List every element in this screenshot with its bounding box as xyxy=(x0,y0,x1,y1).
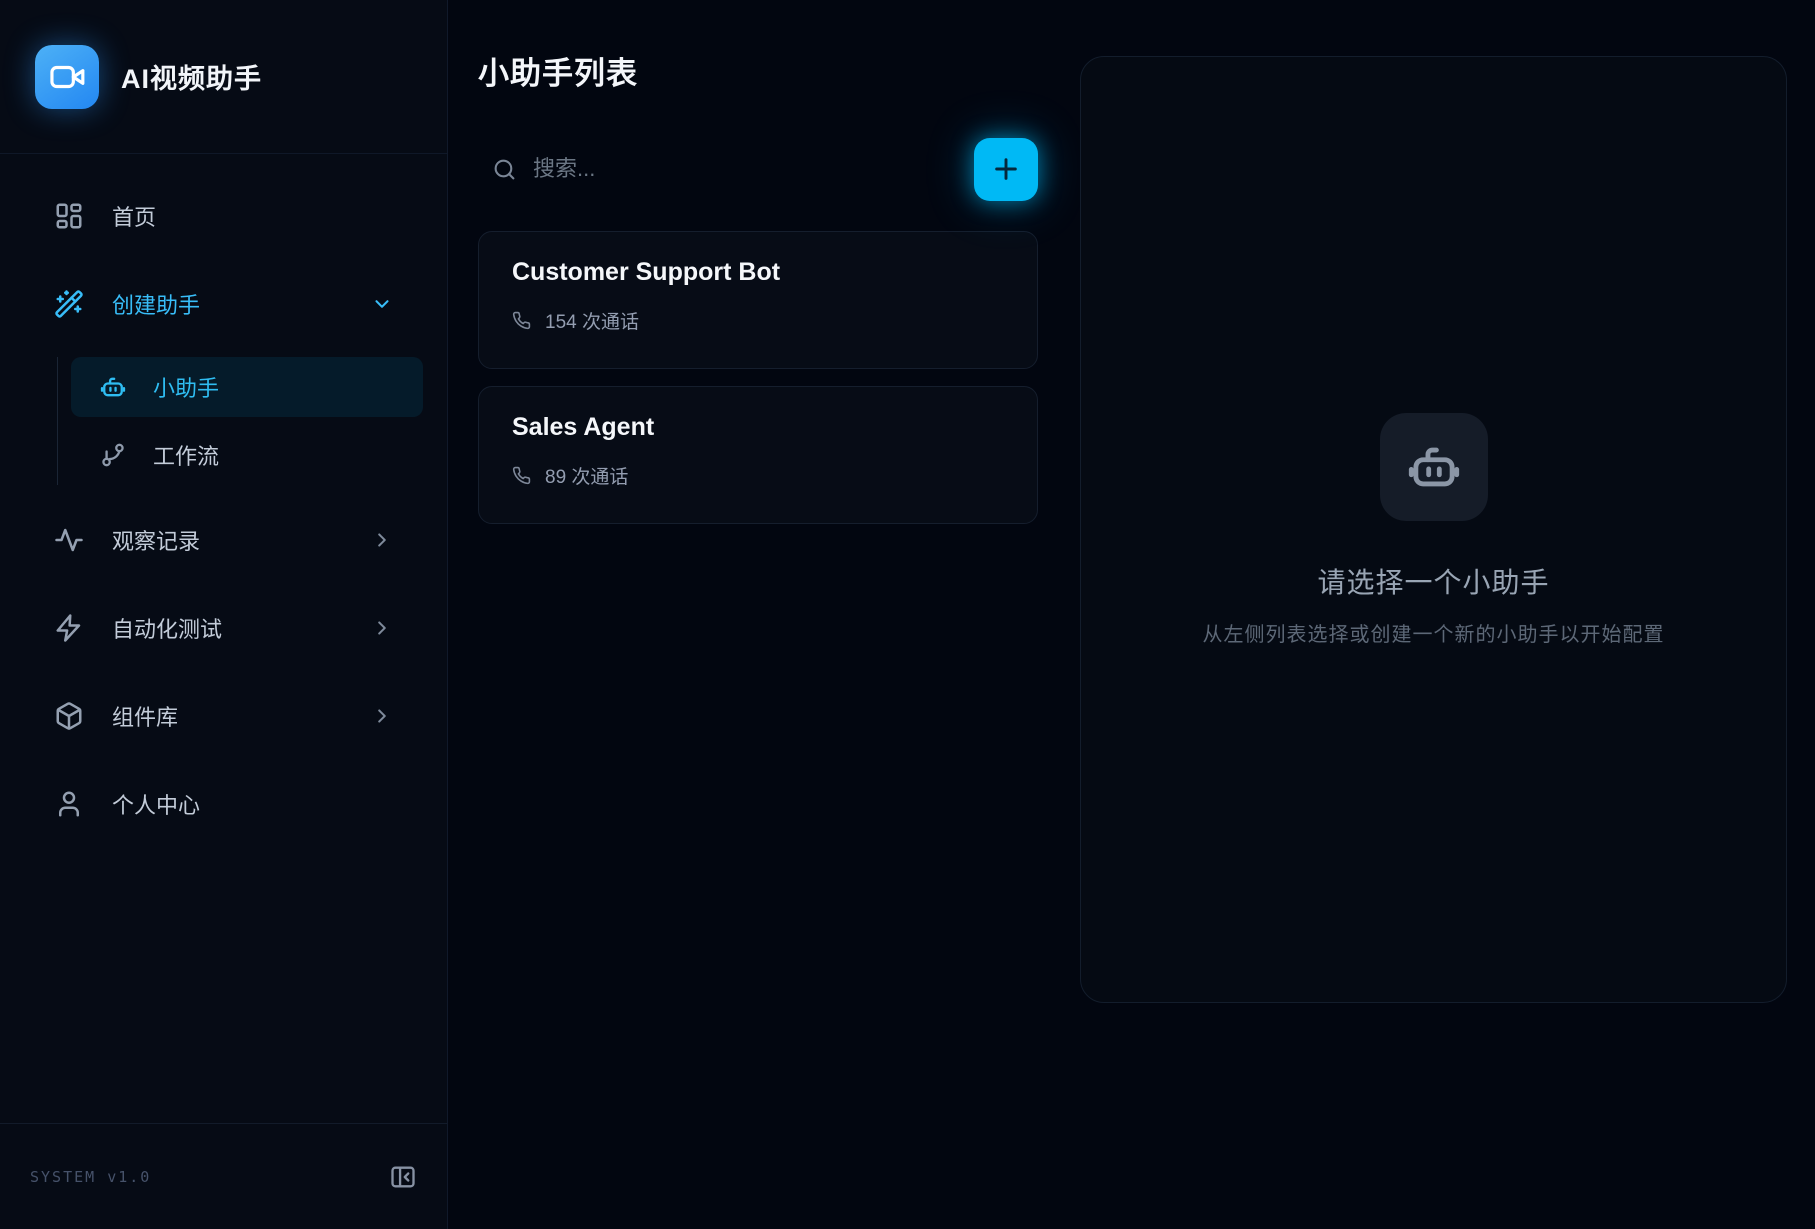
plus-icon xyxy=(990,153,1022,185)
search-input[interactable] xyxy=(533,137,958,201)
app-title: AI视频助手 xyxy=(121,57,262,96)
bot-icon xyxy=(99,373,127,401)
call-count: 154 次通话 xyxy=(545,307,639,334)
panel-collapse-icon xyxy=(389,1163,417,1191)
sidebar-item-label: 小助手 xyxy=(153,371,219,403)
chevron-right-icon xyxy=(371,529,393,551)
activity-icon xyxy=(54,525,84,555)
sidebar-item-component-library[interactable]: 组件库 xyxy=(24,687,423,745)
dashboard-icon xyxy=(54,201,84,231)
assistant-list-panel: 小助手列表 Customer Support Bot xyxy=(478,48,1038,1229)
search-row xyxy=(478,137,1038,201)
sidebar-item-home[interactable]: 首页 xyxy=(24,187,423,245)
page-title: 小助手列表 xyxy=(478,48,1038,93)
box-icon xyxy=(54,701,84,731)
assistant-card[interactable]: Customer Support Bot 154 次通话 xyxy=(478,231,1038,369)
workflow-icon xyxy=(99,441,127,469)
chevron-right-icon xyxy=(371,705,393,727)
sidebar-item-automated-testing[interactable]: 自动化测试 xyxy=(24,599,423,657)
assistant-name: Sales Agent xyxy=(512,413,1004,442)
sidebar-item-workflow[interactable]: 工作流 xyxy=(71,425,423,485)
sidebar-item-label: 组件库 xyxy=(112,700,178,732)
sidebar-item-profile[interactable]: 个人中心 xyxy=(24,775,423,833)
sidebar-item-create-assistant[interactable]: 创建助手 xyxy=(24,275,423,333)
chevron-right-icon xyxy=(371,617,393,639)
user-icon xyxy=(54,789,84,819)
sidebar-footer: SYSTEM v1.0 xyxy=(0,1123,447,1229)
app-header: AI视频助手 xyxy=(0,0,447,154)
zap-icon xyxy=(54,613,84,643)
sidebar-item-label: 创建助手 xyxy=(112,288,200,320)
sidebar-item-label: 个人中心 xyxy=(112,788,200,820)
add-assistant-button[interactable] xyxy=(974,138,1038,201)
assistant-name: Customer Support Bot xyxy=(512,258,1004,287)
sidebar: AI视频助手 首页 创建助手 xyxy=(0,0,448,1229)
call-count: 89 次通话 xyxy=(545,462,628,489)
sidebar-item-label: 首页 xyxy=(112,200,156,232)
assistant-card[interactable]: Sales Agent 89 次通话 xyxy=(478,386,1038,524)
main-content: 小助手列表 Customer Support Bot xyxy=(448,0,1815,1229)
phone-icon xyxy=(512,311,531,330)
app-logo xyxy=(35,45,99,109)
empty-state-title: 请选择一个小助手 xyxy=(1317,561,1549,601)
sidebar-item-assistants[interactable]: 小助手 xyxy=(71,357,423,417)
assistant-detail-panel: 请选择一个小助手 从左侧列表选择或创建一个新的小助手以开始配置 xyxy=(1080,56,1787,1003)
create-assistant-submenu: 小助手 工作流 xyxy=(57,357,423,485)
sidebar-item-observe-records[interactable]: 观察记录 xyxy=(24,511,423,569)
assistant-meta: 154 次通话 xyxy=(512,307,1004,334)
sidebar-nav: 首页 创建助手 xyxy=(0,154,447,1123)
wand-sparkles-icon xyxy=(54,289,84,319)
empty-state-icon-box xyxy=(1380,413,1488,521)
video-camera-icon xyxy=(48,58,86,96)
sidebar-item-label: 自动化测试 xyxy=(112,612,222,644)
phone-icon xyxy=(512,466,531,485)
assistant-meta: 89 次通话 xyxy=(512,462,1004,489)
search-icon xyxy=(492,157,517,182)
empty-state-subtitle: 从左侧列表选择或创建一个新的小助手以开始配置 xyxy=(1203,618,1665,647)
bot-icon xyxy=(1405,438,1463,496)
sidebar-collapse-button[interactable] xyxy=(389,1163,417,1191)
system-version: SYSTEM v1.0 xyxy=(30,1168,151,1186)
chevron-down-icon xyxy=(371,293,393,315)
sidebar-item-label: 观察记录 xyxy=(112,524,200,556)
sidebar-item-label: 工作流 xyxy=(153,439,219,471)
